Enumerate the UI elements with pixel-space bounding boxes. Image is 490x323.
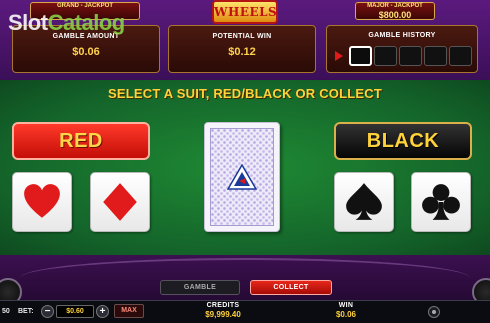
gamble-history-panel: GAMBLE HISTORY: [326, 25, 478, 73]
spades-icon: [346, 183, 382, 220]
gamble-history-label: GAMBLE HISTORY: [368, 32, 436, 39]
potential-win-value: $0.12: [228, 46, 256, 58]
major-jackpot-value: $800.00: [378, 10, 412, 20]
history-slot: [424, 46, 447, 66]
card-back-pattern: [210, 128, 274, 226]
settings-icon[interactable]: [428, 306, 440, 318]
max-bet-button[interactable]: MAX: [114, 304, 144, 318]
card-logo-icon: [227, 164, 257, 190]
bet-increase-button[interactable]: +: [96, 305, 109, 318]
bet-label: BET:: [18, 308, 34, 315]
history-slot: [374, 46, 397, 66]
watermark: SlotCatalog: [8, 10, 125, 36]
win-display: WIN $0.06: [316, 302, 376, 319]
game-logo: WHEELS: [212, 0, 278, 24]
history-pointer-icon: [335, 51, 343, 61]
watermark-part2: Catalog: [47, 10, 126, 35]
win-value: $0.06: [335, 310, 357, 319]
diamonds-button[interactable]: [90, 172, 150, 232]
history-slot: [399, 46, 422, 66]
spades-button[interactable]: [334, 172, 394, 232]
red-button[interactable]: RED: [12, 122, 150, 160]
gamble-amount-value: $0.06: [72, 46, 100, 58]
credits-value: $9,999.40: [205, 310, 241, 319]
hearts-icon: [24, 184, 60, 218]
gamble-table: SELECT A SUIT, RED/BLACK OR COLLECT RED …: [0, 80, 490, 255]
clubs-button[interactable]: [411, 172, 471, 232]
status-bar: 50 BET: − $0.60 + MAX CREDITS $9,999.40 …: [0, 300, 490, 323]
clubs-icon: [422, 184, 460, 220]
major-jackpot-label: MAJOR - JACKPOT: [367, 3, 423, 9]
gamble-tab[interactable]: GAMBLE: [160, 280, 240, 295]
credits-display: CREDITS $9,999.40: [188, 302, 258, 319]
black-button[interactable]: BLACK: [334, 122, 472, 160]
diamonds-icon: [103, 183, 137, 221]
instruction-text: SELECT A SUIT, RED/BLACK OR COLLECT: [108, 86, 382, 101]
bet-value: $0.60: [56, 305, 94, 318]
history-slot: [449, 46, 472, 66]
hearts-button[interactable]: [12, 172, 72, 232]
gamble-history-slots: [335, 46, 474, 66]
potential-win-label: POTENTIAL WIN: [212, 33, 272, 40]
history-slot-current: [349, 46, 372, 66]
credits-label: CREDITS: [206, 302, 240, 309]
face-down-card: [204, 122, 280, 232]
lines-count: 50: [2, 308, 10, 315]
bet-decrease-button[interactable]: −: [41, 305, 54, 318]
win-label: WIN: [338, 302, 354, 309]
grand-jackpot-label: GRAND - JACKPOT: [56, 3, 113, 9]
collect-button[interactable]: COLLECT: [250, 280, 332, 295]
control-panel-arc: [20, 258, 470, 298]
major-jackpot: MAJOR - JACKPOT $800.00: [355, 2, 435, 20]
watermark-part1: Slot: [8, 10, 48, 35]
potential-win-panel: POTENTIAL WIN $0.12: [168, 25, 316, 73]
